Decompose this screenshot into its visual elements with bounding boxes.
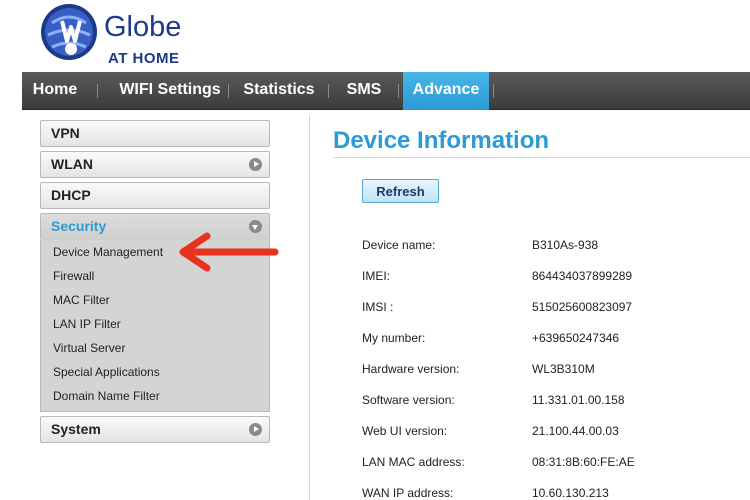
nav-separator	[97, 84, 98, 98]
sidebar-item-label: DHCP	[51, 187, 91, 203]
sidebar-item-vpn[interactable]: VPN	[40, 120, 270, 147]
submenu-item-special-applications[interactable]: Special Applications	[41, 360, 269, 384]
info-label: Software version:	[362, 393, 455, 407]
submenu-item-mac-filter[interactable]: MAC Filter	[41, 288, 269, 312]
info-value: 21.100.44.00.03	[532, 424, 619, 438]
info-label: My number:	[362, 331, 426, 345]
sidebar: VPN WLAN DHCP Security Device Management…	[40, 120, 270, 447]
info-row-web-ui-version: Web UI version: 21.100.44.00.03	[362, 424, 742, 444]
red-arrow-icon	[179, 232, 279, 272]
info-label: Device name:	[362, 238, 436, 252]
brand-subtitle: AT HOME	[108, 50, 180, 67]
page-title: Device Information	[333, 127, 550, 154]
info-label: Hardware version:	[362, 362, 460, 376]
nav-separator	[398, 84, 399, 98]
info-value: WL3B310M	[532, 362, 595, 376]
brand-logo: Globe AT HOME	[40, 3, 210, 71]
info-value: 08:31:8B:60:FE:AE	[532, 455, 635, 469]
info-label: Web UI version:	[362, 424, 448, 438]
info-label: LAN MAC address:	[362, 455, 465, 469]
nav-advance[interactable]: Advance	[403, 72, 489, 110]
chevron-right-icon	[249, 423, 262, 436]
info-value: 515025600823097	[532, 300, 633, 314]
submenu-item-domain-name-filter[interactable]: Domain Name Filter	[41, 384, 269, 408]
info-row-my-number: My number: +639650247346	[362, 331, 742, 351]
info-value: +639650247346	[532, 331, 620, 345]
info-row-lan-mac-address: LAN MAC address: 08:31:8B:60:FE:AE	[362, 455, 742, 475]
brand-name: Globe	[104, 11, 182, 43]
sidebar-item-system[interactable]: System	[40, 416, 270, 443]
sidebar-item-dhcp[interactable]: DHCP	[40, 182, 270, 209]
sidebar-item-label: VPN	[51, 125, 80, 141]
info-value: 10.60.130.213	[532, 486, 609, 500]
main-nav: Home WIFI Settings Statistics SMS Advanc…	[22, 72, 750, 110]
info-value: 864434037899289	[532, 269, 633, 283]
nav-wifi-settings[interactable]: WIFI Settings	[102, 72, 238, 110]
info-row-imei: IMEI: 864434037899289	[362, 269, 742, 289]
info-label: IMEI:	[362, 269, 391, 283]
info-value: 11.331.01.00.158	[532, 393, 625, 407]
sidebar-item-label: WLAN	[51, 156, 93, 172]
nav-statistics[interactable]: Statistics	[234, 72, 324, 110]
info-row-software-version: Software version: 11.331.01.00.158	[362, 393, 742, 413]
submenu-item-lan-ip-filter[interactable]: LAN IP Filter	[41, 312, 269, 336]
sidebar-item-wlan[interactable]: WLAN	[40, 151, 270, 178]
nav-separator	[493, 84, 494, 98]
sidebar-item-label: Security	[51, 218, 107, 234]
refresh-button[interactable]: Refresh	[362, 179, 439, 203]
info-row-imsi: IMSI : 515025600823097	[362, 300, 742, 320]
info-row-hardware-version: Hardware version: WL3B310M	[362, 362, 742, 382]
title-divider	[333, 157, 750, 158]
info-label: WAN IP address:	[362, 486, 454, 500]
content-divider	[309, 115, 310, 500]
info-row-device-name: Device name: B310As-938	[362, 238, 742, 258]
info-value: B310As-938	[532, 238, 599, 252]
nav-sms[interactable]: SMS	[334, 72, 394, 110]
info-label: IMSI :	[362, 300, 394, 314]
info-row-wan-ip-address: WAN IP address: 10.60.130.213	[362, 486, 742, 500]
nav-home[interactable]: Home	[22, 72, 88, 110]
chevron-right-icon	[249, 158, 262, 171]
nav-separator	[228, 84, 229, 98]
globe-logo-icon	[41, 4, 97, 60]
sidebar-item-label: System	[51, 421, 101, 437]
submenu-item-virtual-server[interactable]: Virtual Server	[41, 336, 269, 360]
nav-separator	[328, 84, 329, 98]
